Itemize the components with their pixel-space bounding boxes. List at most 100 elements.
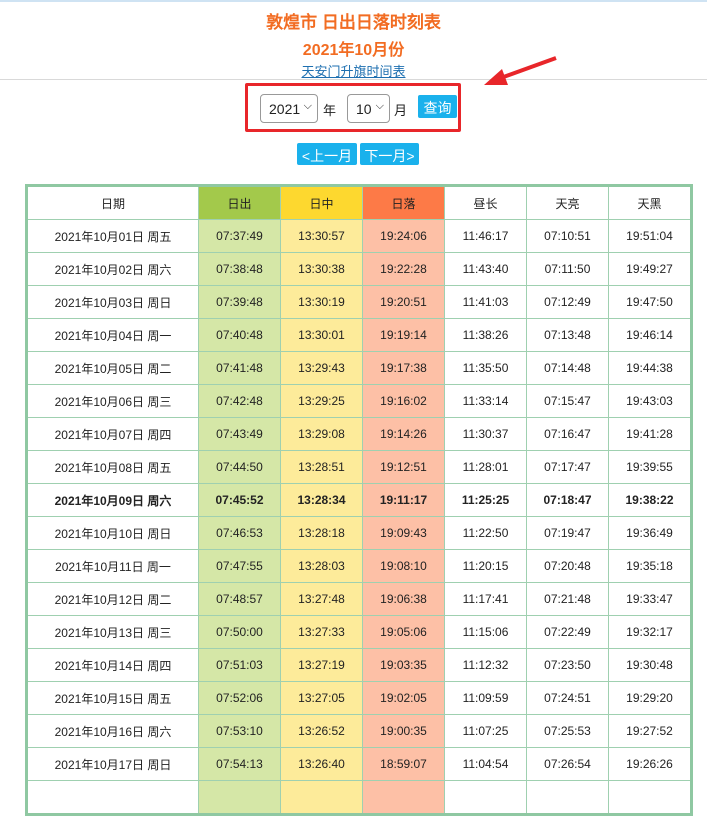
cell-dusk: 19:38:22 bbox=[608, 483, 692, 517]
cell-dawn: 07:11:50 bbox=[526, 252, 609, 286]
cell-sunset: 19:06:38 bbox=[362, 582, 445, 616]
cell-dusk: 19:51:04 bbox=[608, 219, 692, 253]
table-row: 2021年10月12日 周二 07:48:57 13:27:48 19:06:38 11… bbox=[26, 582, 692, 616]
table-row: 2021年10月02日 周六 07:38:48 13:30:38 19:22:28 11… bbox=[26, 252, 692, 286]
cell-sunset: 19:14:26 bbox=[362, 417, 445, 451]
cell-date: 2021年10月06日 周三 bbox=[26, 384, 199, 418]
cell-dawn: 07:13:48 bbox=[526, 318, 609, 352]
cell-dusk: 19:35:18 bbox=[608, 549, 692, 583]
cell-day-length: 11:22:50 bbox=[444, 516, 527, 550]
cell-noon: 13:26:40 bbox=[280, 747, 363, 781]
red-arrow-icon bbox=[484, 56, 557, 85]
cell-sunset: 19:17:38 bbox=[362, 351, 445, 385]
cell-noon: 13:30:57 bbox=[280, 219, 363, 253]
cell-sunrise: 07:52:06 bbox=[198, 681, 281, 715]
cell-day-length: 11:07:25 bbox=[444, 714, 527, 748]
cell-day-length: 11:09:59 bbox=[444, 681, 527, 715]
cell-sunset: 19:08:10 bbox=[362, 549, 445, 583]
cell-date: 2021年10月17日 周日 bbox=[26, 747, 199, 781]
cell-dusk: 19:33:47 bbox=[608, 582, 692, 616]
cell-dawn: 07:20:48 bbox=[526, 549, 609, 583]
cell-dawn bbox=[526, 780, 609, 815]
next-month-button[interactable]: 下一月> bbox=[360, 143, 419, 165]
cell-date: 2021年10月09日 周六 bbox=[26, 483, 199, 517]
cell-sunrise: 07:38:48 bbox=[198, 252, 281, 286]
prev-month-button[interactable]: <上一月 bbox=[297, 143, 357, 165]
cell-date bbox=[26, 780, 199, 815]
cell-date: 2021年10月14日 周四 bbox=[26, 648, 199, 682]
cell-date: 2021年10月01日 周五 bbox=[26, 219, 199, 253]
cell-day-length: 11:30:37 bbox=[444, 417, 527, 451]
cell-date: 2021年10月16日 周六 bbox=[26, 714, 199, 748]
cell-noon: 13:29:08 bbox=[280, 417, 363, 451]
table-row: 2021年10月10日 周日 07:46:53 13:28:18 19:09:43 11… bbox=[26, 516, 692, 550]
cell-day-length: 11:17:41 bbox=[444, 582, 527, 616]
table-row: 2021年10月04日 周一 07:40:48 13:30:01 19:19:14 11… bbox=[26, 318, 692, 352]
cell-noon: 13:29:43 bbox=[280, 351, 363, 385]
cell-sunrise: 07:45:52 bbox=[198, 483, 281, 517]
month-select[interactable]: 10 ⌵ bbox=[347, 94, 390, 123]
cell-dawn: 07:26:54 bbox=[526, 747, 609, 781]
cell-date: 2021年10月02日 周六 bbox=[26, 252, 199, 286]
cell-sunrise: 07:37:49 bbox=[198, 219, 281, 253]
query-button[interactable]: 查询 bbox=[418, 95, 457, 118]
chevron-down-icon: ⌵ bbox=[375, 100, 384, 112]
cell-sunrise: 07:41:48 bbox=[198, 351, 281, 385]
month-value: 10 bbox=[356, 101, 372, 117]
header-sunrise: 日出 bbox=[198, 185, 281, 220]
cell-date: 2021年10月13日 周三 bbox=[26, 615, 199, 649]
header-date: 日期 bbox=[26, 185, 199, 220]
cell-sunset: 19:11:17 bbox=[362, 483, 445, 517]
cell-sunrise bbox=[198, 780, 281, 815]
cell-sunrise: 07:50:00 bbox=[198, 615, 281, 649]
cell-date: 2021年10月10日 周日 bbox=[26, 516, 199, 550]
cell-sunset: 19:00:35 bbox=[362, 714, 445, 748]
cell-sunset: 19:03:35 bbox=[362, 648, 445, 682]
cell-date: 2021年10月15日 周五 bbox=[26, 681, 199, 715]
cell-sunset: 19:12:51 bbox=[362, 450, 445, 484]
cell-sunrise: 07:54:13 bbox=[198, 747, 281, 781]
cell-dusk: 19:43:03 bbox=[608, 384, 692, 418]
table-row: 2021年10月03日 周日 07:39:48 13:30:19 19:20:51 11… bbox=[26, 285, 692, 319]
cell-dusk: 19:36:49 bbox=[608, 516, 692, 550]
cell-dusk: 19:39:55 bbox=[608, 450, 692, 484]
month-label: 月 bbox=[394, 103, 408, 118]
chevron-down-icon: ⌵ bbox=[303, 100, 312, 112]
cell-dusk: 19:47:50 bbox=[608, 285, 692, 319]
cell-sunrise: 07:47:55 bbox=[198, 549, 281, 583]
cell-day-length: 11:46:17 bbox=[444, 219, 527, 253]
cell-sunrise: 07:53:10 bbox=[198, 714, 281, 748]
page-title: 敦煌市 日出日落时刻表 bbox=[266, 13, 441, 32]
cell-noon: 13:28:34 bbox=[280, 483, 363, 517]
cell-noon: 13:29:25 bbox=[280, 384, 363, 418]
cell-sunrise: 07:44:50 bbox=[198, 450, 281, 484]
cell-dawn: 07:22:49 bbox=[526, 615, 609, 649]
table-row: 2021年10月15日 周五 07:52:06 13:27:05 19:02:05 11… bbox=[26, 681, 692, 715]
cell-dawn: 07:10:51 bbox=[526, 219, 609, 253]
cell-noon: 13:27:05 bbox=[280, 681, 363, 715]
cell-day-length: 11:15:06 bbox=[444, 615, 527, 649]
cell-sunrise: 07:48:57 bbox=[198, 582, 281, 616]
cell-dawn: 07:17:47 bbox=[526, 450, 609, 484]
cell-dawn: 07:12:49 bbox=[526, 285, 609, 319]
cell-day-length: 11:04:54 bbox=[444, 747, 527, 781]
table-row: 2021年10月06日 周三 07:42:48 13:29:25 19:16:02 11… bbox=[26, 384, 692, 418]
year-label: 年 bbox=[323, 103, 337, 118]
header-noon: 日中 bbox=[280, 185, 363, 220]
header-dusk: 天黑 bbox=[608, 185, 692, 220]
cell-dawn: 07:14:48 bbox=[526, 351, 609, 385]
year-select[interactable]: 2021 ⌵ bbox=[260, 94, 318, 123]
flag-raising-link[interactable]: 天安门升旗时间表 bbox=[301, 64, 405, 79]
cell-noon: 13:27:33 bbox=[280, 615, 363, 649]
table-row bbox=[26, 780, 692, 815]
cell-dusk: 19:44:38 bbox=[608, 351, 692, 385]
page-subtitle: 2021年10月份 bbox=[302, 42, 405, 59]
cell-sunrise: 07:39:48 bbox=[198, 285, 281, 319]
cell-sunrise: 07:42:48 bbox=[198, 384, 281, 418]
flag-raising-link-wrap: 天安门升旗时间表 bbox=[0, 61, 707, 80]
cell-sunset: 19:22:28 bbox=[362, 252, 445, 286]
cell-dawn: 07:23:50 bbox=[526, 648, 609, 682]
cell-day-length: 11:25:25 bbox=[444, 483, 527, 517]
cell-dawn: 07:15:47 bbox=[526, 384, 609, 418]
cell-day-length: 11:41:03 bbox=[444, 285, 527, 319]
